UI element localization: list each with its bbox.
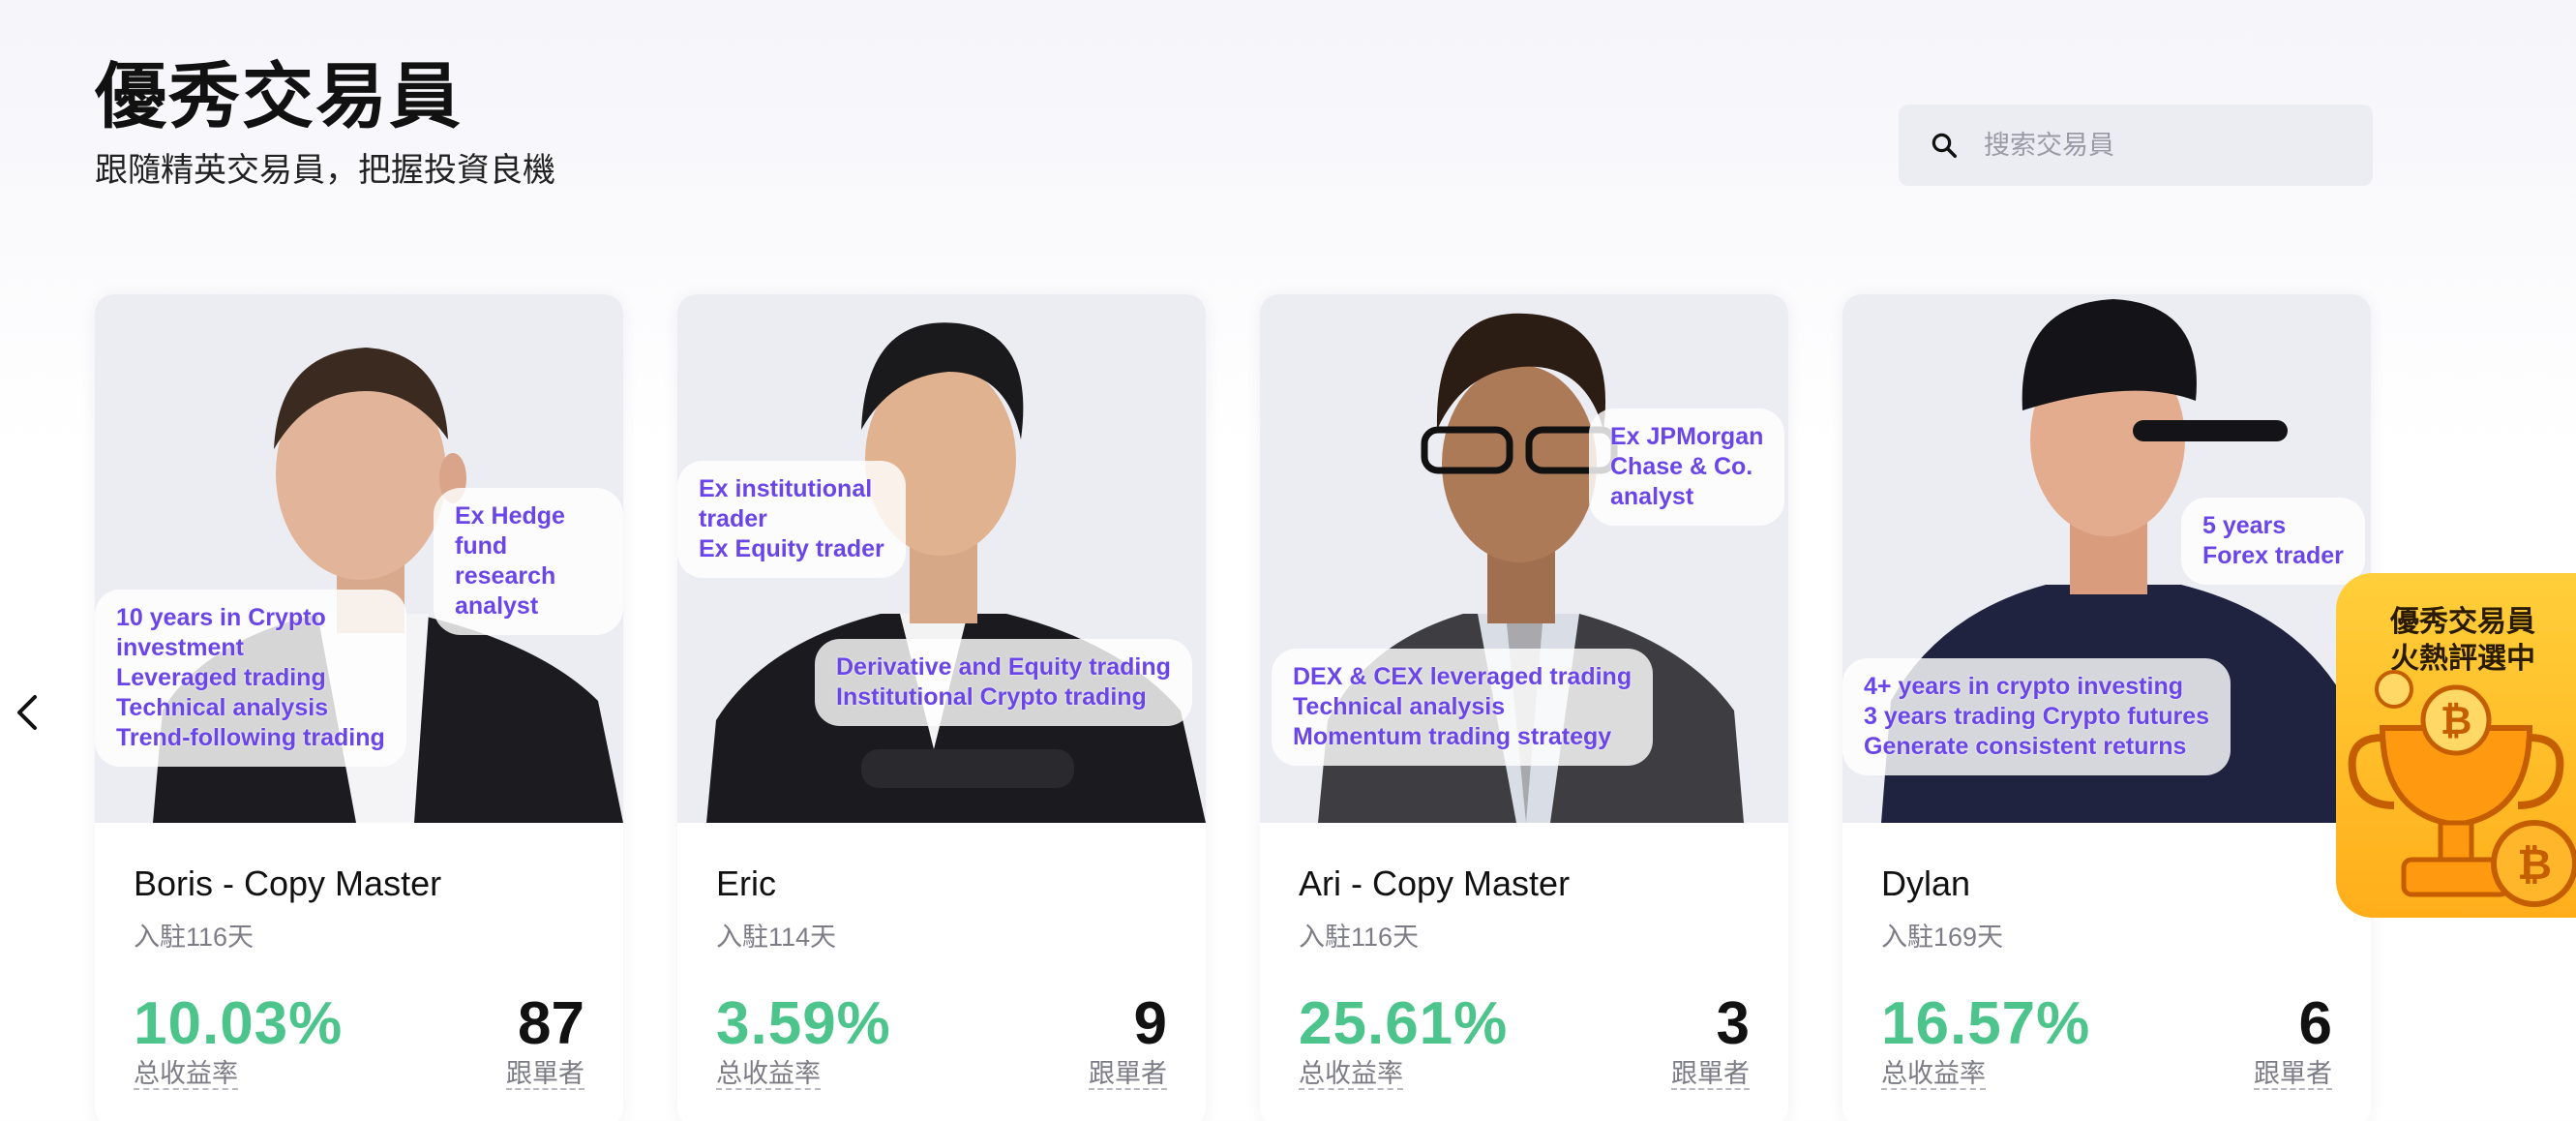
trader-roi: 10.03% xyxy=(134,990,344,1057)
trader-name: Dylan xyxy=(1881,863,1971,903)
trader-card[interactable]: Ex institutional trader Ex Equity trader… xyxy=(677,294,1206,1121)
roi-label: 总收益率 xyxy=(134,1059,238,1090)
trader-roi: 16.57% xyxy=(1881,990,2091,1057)
trader-followers: 3 xyxy=(1716,990,1750,1057)
promo-text: 優秀交易員 火熱評選中 xyxy=(2390,606,2535,675)
search-icon xyxy=(1932,133,1957,158)
promo-banner[interactable]: 優秀交易員 火熱評選中 ₿ ₿ xyxy=(2336,573,2576,918)
chevron-left-icon[interactable] xyxy=(8,691,46,734)
trader-photo: 5 years Forex trader 4+ years in crypto … xyxy=(1842,294,2371,823)
followers-label: 跟單者 xyxy=(2254,1059,2332,1090)
trader-tag-bottom: 10 years in Crypto investment Leveraged … xyxy=(95,590,406,767)
roi-label: 总收益率 xyxy=(716,1059,821,1090)
trader-tag-top: Ex Hedge fund research analyst xyxy=(434,488,623,635)
trader-card[interactable]: Ex JPMorgan Chase & Co. analyst DEX & CE… xyxy=(1260,294,1788,1121)
trader-roi: 3.59% xyxy=(716,990,891,1057)
trader-followers: 9 xyxy=(1133,990,1167,1057)
trader-tag-top: 5 years Forex trader xyxy=(2181,498,2365,585)
roi-label: 总收益率 xyxy=(1299,1059,1403,1090)
trader-card[interactable]: 5 years Forex trader 4+ years in crypto … xyxy=(1842,294,2371,1121)
roi-label: 总收益率 xyxy=(1881,1059,1986,1090)
trader-card[interactable]: Ex Hedge fund research analyst 10 years … xyxy=(95,294,623,1121)
trader-tag-bottom: DEX & CEX leveraged trading Technical an… xyxy=(1272,649,1654,766)
trader-photo: Ex JPMorgan Chase & Co. analyst DEX & CE… xyxy=(1260,294,1788,823)
trader-name: Ari - Copy Master xyxy=(1299,863,1571,903)
trader-photo: Ex Hedge fund research analyst 10 years … xyxy=(95,294,623,823)
trader-tag-bottom: 4+ years in crypto investing 3 years tra… xyxy=(1842,658,2232,775)
page-title: 優秀交易員 xyxy=(95,56,463,136)
trader-joined-days: 入駐116天 xyxy=(134,923,255,952)
trophy-icon: ₿ ₿ xyxy=(2348,670,2576,907)
trader-photo: Ex institutional trader Ex Equity trader… xyxy=(677,294,1206,823)
trader-joined-days: 入駐116天 xyxy=(1299,923,1420,952)
trader-name: Eric xyxy=(716,863,776,903)
trader-carousel: Ex Hedge fund research analyst 10 years … xyxy=(95,294,2373,1121)
svg-text:₿: ₿ xyxy=(2441,699,2472,743)
trader-name: Boris - Copy Master xyxy=(134,863,442,903)
svg-text:₿: ₿ xyxy=(2517,840,2552,890)
followers-label: 跟單者 xyxy=(1671,1059,1750,1090)
search-input[interactable] xyxy=(1984,130,2332,161)
trader-tag-top: Ex institutional trader Ex Equity trader xyxy=(677,461,906,578)
trader-roi: 25.61% xyxy=(1299,990,1509,1057)
trader-followers: 6 xyxy=(2298,990,2332,1057)
trader-tag-bottom: Derivative and Equity trading Institutio… xyxy=(815,639,1192,726)
followers-label: 跟單者 xyxy=(1089,1059,1167,1090)
page-subtitle: 跟隨精英交易員，把握投資良機 xyxy=(95,152,555,189)
trader-tag-top: Ex JPMorgan Chase & Co. analyst xyxy=(1589,409,1785,526)
followers-label: 跟單者 xyxy=(506,1059,584,1090)
trader-followers: 87 xyxy=(518,990,584,1057)
trader-joined-days: 入駐114天 xyxy=(716,923,837,952)
trader-joined-days: 入駐169天 xyxy=(1881,923,2004,952)
search-box[interactable] xyxy=(1899,105,2373,186)
